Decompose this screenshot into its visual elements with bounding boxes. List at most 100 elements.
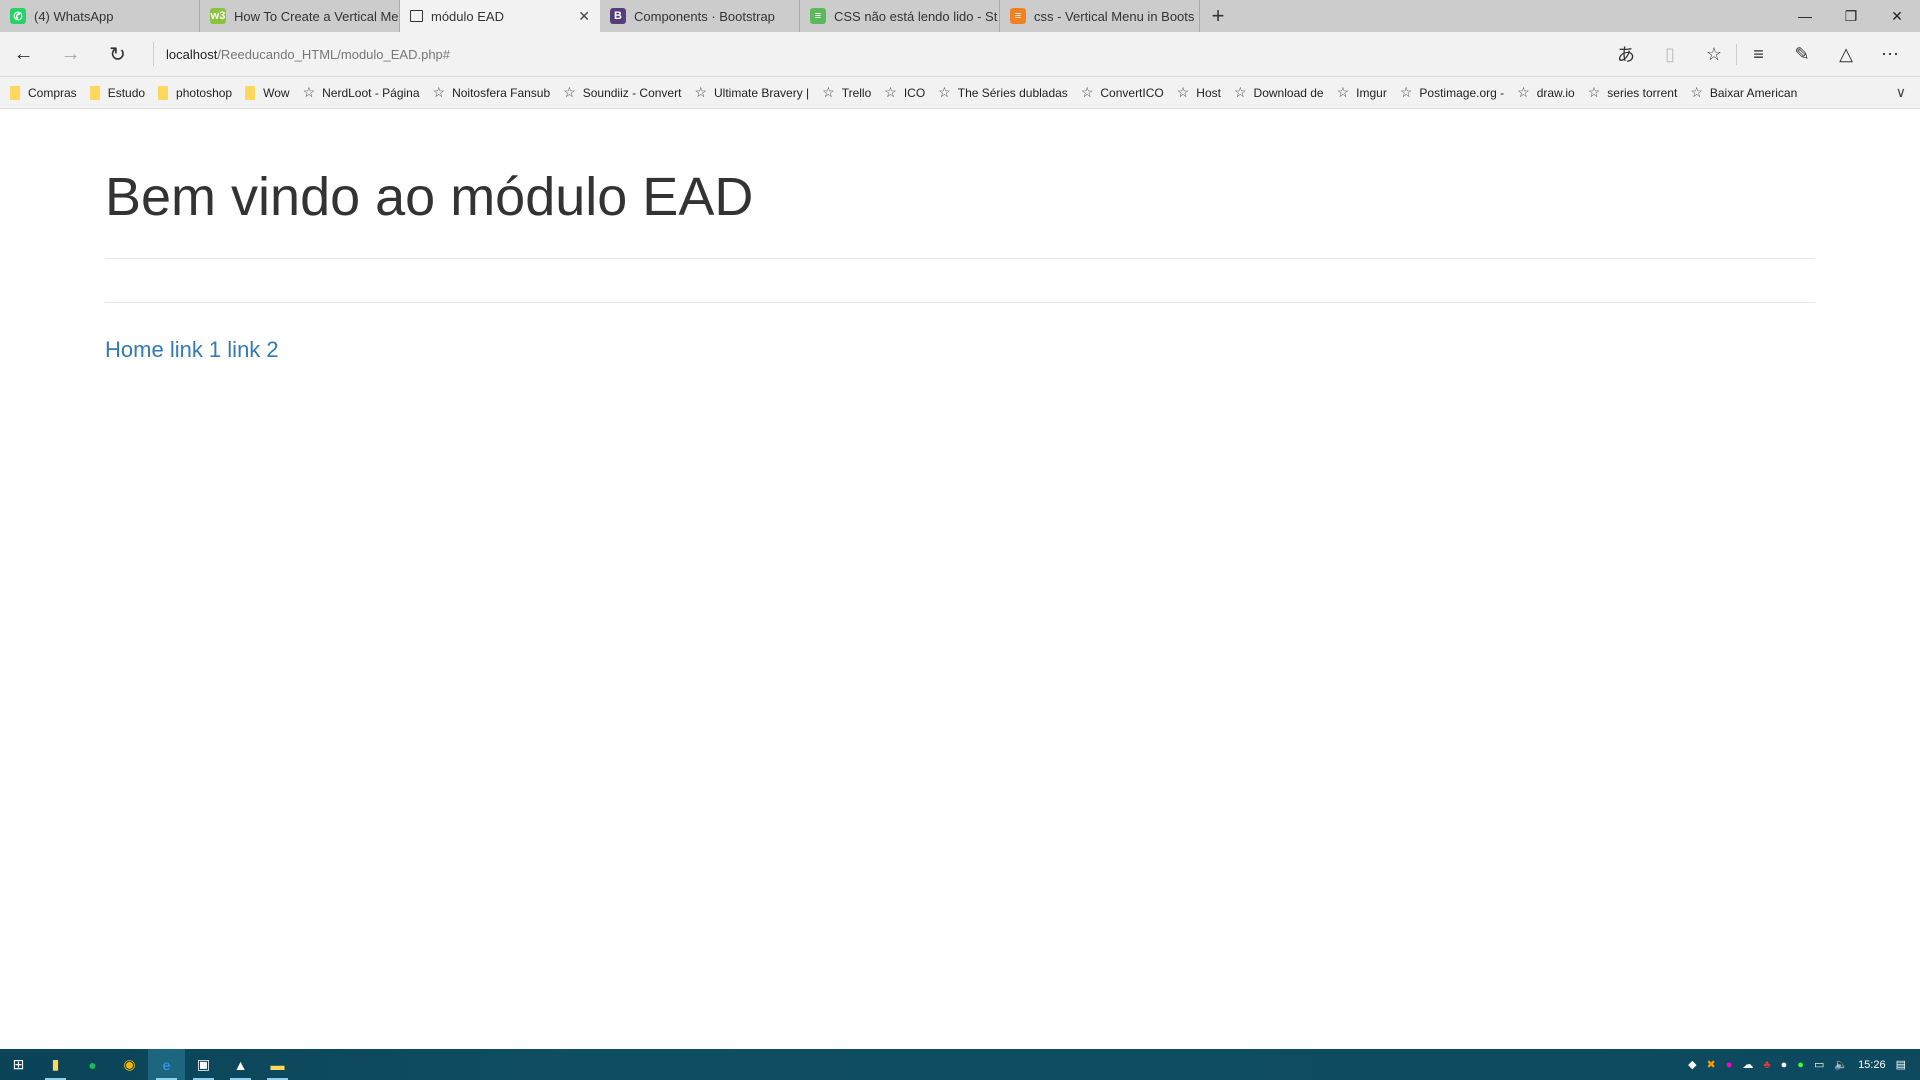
bookmark-item[interactable]: Wow <box>245 85 290 100</box>
web-note-icon[interactable]: ✎ <box>1780 44 1824 65</box>
tab[interactable]: ≡ css - Vertical Menu in Boots <box>1000 0 1200 32</box>
onedrive-icon[interactable]: ☁ <box>1742 1058 1753 1071</box>
app-icon[interactable]: ▣ <box>185 1049 222 1080</box>
bookmark-item[interactable]: ☆ The Séries dubladas <box>938 84 1068 101</box>
star-icon: ☆ <box>1176 84 1190 100</box>
divider <box>105 258 1815 259</box>
star-icon: ☆ <box>822 84 835 100</box>
tab[interactable]: módulo EAD ✕ <box>400 0 600 32</box>
tray-icon[interactable]: ✖ <box>1707 1058 1716 1071</box>
translate-icon[interactable]: あ <box>1604 41 1648 67</box>
bookmark-label: Ultimate Bravery | <box>714 85 810 100</box>
tab[interactable]: B Components · Bootstrap <box>600 0 800 32</box>
tab-title: módulo EAD <box>431 8 504 24</box>
link-1[interactable]: link 1 <box>170 337 221 362</box>
bookmark-item[interactable]: ☆ ICO <box>884 84 925 101</box>
page-icon <box>410 10 423 22</box>
close-tab-icon[interactable]: ✕ <box>578 8 590 25</box>
star-icon: ☆ <box>302 84 316 100</box>
start-windows-icon[interactable]: ⊞ <box>0 1049 37 1080</box>
bookmark-item[interactable]: Estudo <box>89 85 145 100</box>
tab[interactable]: w3 How To Create a Vertical Me <box>200 0 400 32</box>
star-icon: ☆ <box>1690 84 1703 100</box>
page-content: Bem vindo ao módulo EAD Home link 1 link… <box>105 109 1815 363</box>
bookmark-label: Download de <box>1253 85 1324 100</box>
bookmark-label: Noitosfera Fansub <box>452 85 551 100</box>
restore-button[interactable]: ❐ <box>1828 0 1874 32</box>
bookmark-item[interactable]: ☆ draw.io <box>1517 84 1575 101</box>
close-window-button[interactable]: ✕ <box>1874 0 1920 32</box>
tab[interactable]: ✆ (4) WhatsApp <box>0 0 200 32</box>
tray-icon[interactable]: ● <box>1781 1059 1788 1071</box>
bookmark-label: Host <box>1196 85 1221 100</box>
nav-links: Home link 1 link 2 <box>105 337 1815 363</box>
sticky-notes-icon[interactable]: ▮ <box>37 1049 74 1080</box>
link-home[interactable]: Home <box>105 337 164 362</box>
tab[interactable]: ≡ CSS não está lendo lido - St <box>800 0 1000 32</box>
bookmark-label: Baixar American <box>1709 85 1798 100</box>
folder-icon <box>158 85 169 100</box>
new-tab-button[interactable]: + <box>1200 0 1236 32</box>
window-controls: — ❐ ✕ <box>1782 0 1920 32</box>
photos-icon[interactable]: ▲ <box>222 1049 259 1080</box>
bookmark-item[interactable]: ☆ Ultimate Bravery | <box>694 84 809 101</box>
star-icon: ☆ <box>1336 84 1350 100</box>
tab-title: How To Create a Vertical Me <box>234 8 399 24</box>
url-path: /Reeducando_HTML/modulo_EAD.php# <box>217 46 451 62</box>
refresh-button[interactable]: ↻ <box>94 32 141 76</box>
forward-button[interactable]: → <box>47 32 94 76</box>
hub-icon[interactable]: ≡ <box>1736 43 1780 65</box>
bookmarks-bar: Compras Estudo photoshop Wow ☆ NerdLoot - Pág… <box>0 76 1920 109</box>
bookmark-label: Trello <box>841 85 872 100</box>
clock[interactable]: 15:26 <box>1858 1059 1886 1071</box>
star-icon: ☆ <box>884 84 897 100</box>
tray-icon[interactable]: ● <box>1797 1059 1804 1071</box>
minimize-button[interactable]: — <box>1782 0 1828 32</box>
edge-icon[interactable]: e <box>148 1049 185 1080</box>
tray-icon[interactable]: ◆ <box>1688 1058 1696 1071</box>
bookmark-item[interactable]: ☆ Trello <box>822 84 871 101</box>
folder-icon <box>89 85 100 100</box>
favorite-star-icon[interactable]: ☆ <box>1692 44 1736 65</box>
tray-icon[interactable]: ♣ <box>1763 1059 1770 1071</box>
bookmark-item[interactable]: ☆ series torrent <box>1588 84 1678 101</box>
bookmark-item[interactable]: ☆ Noitosfera Fansub <box>433 84 551 101</box>
star-icon: ☆ <box>1080 84 1094 100</box>
bookmark-label: Wow <box>263 85 290 100</box>
bookmark-item[interactable]: ☆ NerdLoot - Página <box>303 84 420 101</box>
stackoverflow-icon: ≡ <box>1010 8 1026 24</box>
whatsapp-icon: ✆ <box>10 8 26 24</box>
reading-view-icon[interactable]: ▯ <box>1648 44 1692 65</box>
back-button[interactable]: ← <box>0 32 47 76</box>
bookmark-label: The Séries dubladas <box>957 85 1068 100</box>
bookmark-item[interactable]: ☆ Baixar American <box>1690 84 1797 101</box>
link-2[interactable]: link 2 <box>227 337 278 362</box>
star-icon: ☆ <box>694 84 707 100</box>
chevron-down-icon[interactable]: ∨ <box>1896 84 1906 101</box>
volume-icon[interactable]: 🔈 <box>1834 1058 1848 1071</box>
bookmark-label: ConvertICO <box>1100 85 1164 100</box>
bookmark-item[interactable]: ☆ Host <box>1177 84 1221 101</box>
bookmark-item[interactable]: ☆ Download de <box>1234 84 1324 101</box>
network-icon[interactable]: ▭ <box>1814 1058 1824 1071</box>
divider <box>105 302 1815 303</box>
bookmark-item[interactable]: ☆ Soundiiz - Convert <box>563 84 681 101</box>
toolbar: あ ▯ ☆ ≡ ✎ △ ⋯ <box>1604 32 1912 76</box>
bookmark-label: Compras <box>28 85 77 100</box>
notifications-icon[interactable]: ▤ <box>1896 1058 1906 1071</box>
spotify-icon[interactable]: ● <box>74 1049 111 1080</box>
bookmark-item[interactable]: ☆ ConvertICO <box>1081 84 1164 101</box>
bookmark-item[interactable]: Compras <box>10 85 77 100</box>
more-icon[interactable]: ⋯ <box>1868 44 1912 65</box>
share-icon[interactable]: △ <box>1824 44 1868 65</box>
file-explorer-icon[interactable]: ▬ <box>259 1049 296 1080</box>
bookmark-item[interactable]: ☆ Imgur <box>1337 84 1387 101</box>
bookmark-label: Imgur <box>1356 85 1387 100</box>
bookmark-item[interactable]: photoshop <box>158 85 232 100</box>
bookmark-item[interactable]: ☆ Postimage.org - <box>1400 84 1504 101</box>
star-icon: ☆ <box>563 84 576 100</box>
tray-icon[interactable]: ● <box>1726 1059 1733 1071</box>
bookmark-label: Postimage.org - <box>1419 85 1505 100</box>
chrome-icon[interactable]: ◉ <box>111 1049 148 1080</box>
address-input[interactable]: localhost/Reeducando_HTML/modulo_EAD.php… <box>153 42 450 66</box>
